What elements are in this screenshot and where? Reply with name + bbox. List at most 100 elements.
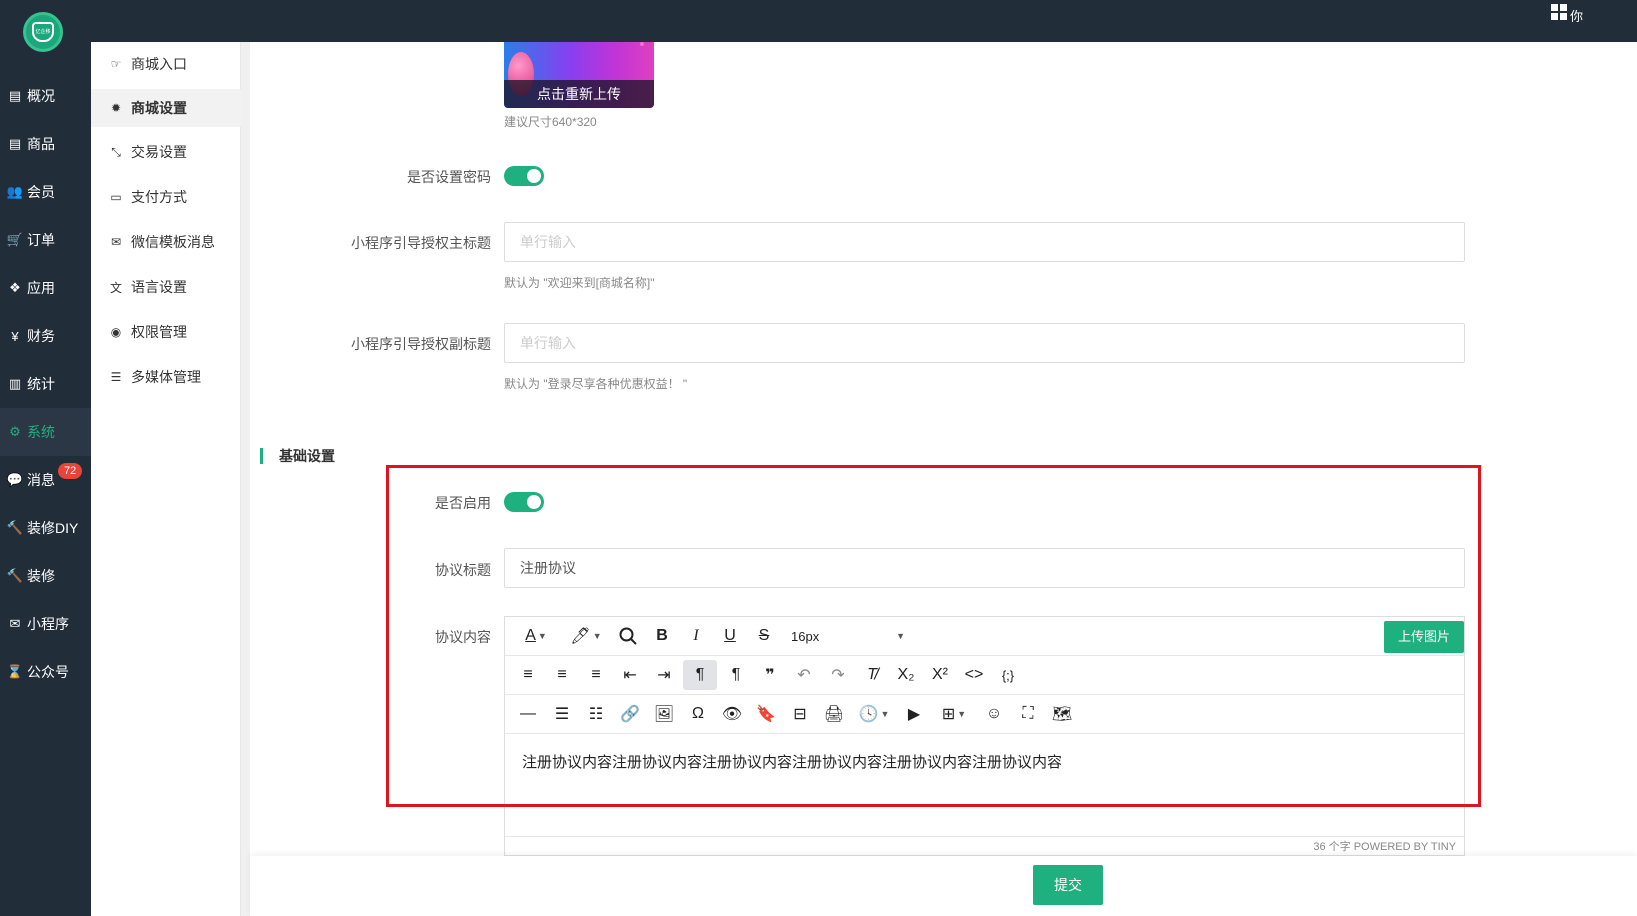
apps-grid-icon[interactable] <box>1551 4 1567 20</box>
print-button[interactable]: 🖨 <box>819 699 849 729</box>
subnav-item-label: 权限管理 <box>131 324 187 340</box>
link-button[interactable]: 🔗 <box>615 699 645 729</box>
underline-button[interactable]: U <box>715 621 745 651</box>
map-button[interactable]: 🗺 <box>1047 699 1077 729</box>
highlighter-icon: 🖊 <box>570 628 591 645</box>
horizontal-rule-button[interactable]: — <box>513 699 543 729</box>
subnav-item-mall-entry[interactable]: ☞ 商城入口 <box>91 45 241 83</box>
smile-icon: ☺ <box>985 705 1003 722</box>
mask-icon: ◉ <box>110 325 122 339</box>
sub-title-label: 小程序引导授权副标题 <box>351 336 491 352</box>
font-size-select[interactable]: 16px ▼ <box>785 621 911 651</box>
bold-icon: B <box>656 627 668 644</box>
gavel-icon: 🔨 <box>6 568 24 583</box>
subnav-item-media[interactable]: ☰ 多媒体管理 <box>91 358 241 396</box>
outdent-icon: ⇤ <box>623 667 637 684</box>
search-button[interactable] <box>613 621 643 651</box>
special-char-button[interactable]: Ω <box>683 699 713 729</box>
nav-item-goods[interactable]: ▤ 商品 <box>0 120 91 168</box>
nav-item-official-account[interactable]: ⌛ 公众号 <box>0 648 91 696</box>
password-toggle[interactable] <box>504 166 544 186</box>
agreement-title-input[interactable] <box>504 548 1465 588</box>
numbered-list-button[interactable]: ☷ <box>581 699 611 729</box>
align-left-button[interactable]: ≡ <box>513 660 543 690</box>
quote-icon: ❞ <box>765 667 775 684</box>
align-center-button[interactable]: ≡ <box>547 660 577 690</box>
main-title-hint: 默认为 "欢迎来到[商城名称]" <box>504 276 655 290</box>
nav-item-stats[interactable]: ▥ 统计 <box>0 360 91 408</box>
rtl-icon: ¶ <box>731 666 741 683</box>
subnav-item-mall-settings[interactable]: ✹ 商城设置 <box>91 89 241 127</box>
nav-item-finance[interactable]: ¥ 财务 <box>0 312 91 360</box>
chevron-down-icon: ▼ <box>896 631 905 641</box>
insert-datetime-button[interactable]: 🕓 ▼ <box>853 699 895 729</box>
reupload-button[interactable]: 点击重新上传 <box>504 80 654 108</box>
outdent-button[interactable]: ⇤ <box>615 660 645 690</box>
nav-item-diy[interactable]: 🔨 装修DIY <box>0 504 91 552</box>
redo-button[interactable]: ↷ <box>823 660 853 690</box>
bold-button[interactable]: B <box>647 621 677 651</box>
nav-item-overview[interactable]: ▤ 概况 <box>0 72 91 120</box>
nav-item-miniprogram[interactable]: ✉ 小程序 <box>0 600 91 648</box>
subscript-button[interactable]: X₂ <box>891 660 921 690</box>
gear-icon: ✹ <box>110 101 122 115</box>
submit-button[interactable]: 提交 <box>1033 865 1103 905</box>
font-size-value: 16px <box>791 628 820 644</box>
bullet-list-button[interactable]: ☰ <box>547 699 577 729</box>
fullscreen-icon: ⛶ <box>1022 705 1034 722</box>
banner-image-upload[interactable]: 点击重新上传 <box>504 42 654 108</box>
italic-button[interactable]: I <box>681 621 711 651</box>
nav-item-decorate[interactable]: 🔨 装修 <box>0 552 91 600</box>
nav-item-label: 概况 <box>27 88 55 104</box>
nav-item-orders[interactable]: 🛒 订单 <box>0 216 91 264</box>
subnav-item-trade-settings[interactable]: ⤡ 交易设置 <box>91 133 241 171</box>
cart-icon: 🛒 <box>6 232 24 247</box>
sub-title-input[interactable] <box>504 323 1465 363</box>
fullscreen-button[interactable]: ⛶ <box>1013 699 1043 729</box>
text-color-button[interactable]: A ▼ <box>515 621 557 651</box>
main-title-input[interactable] <box>504 222 1465 262</box>
indent-button[interactable]: ⇥ <box>649 660 679 690</box>
page-break-button[interactable]: ⊟ <box>785 699 815 729</box>
superscript-button[interactable]: X² <box>925 660 955 690</box>
subnav-item-language[interactable]: 文语言设置 <box>91 268 241 306</box>
print-icon: 🖨 <box>823 706 845 723</box>
table-button[interactable]: ⊞ ▼ <box>933 699 975 729</box>
editor-toolbar-row: ≡ ≡ ≡ ⇤ ⇥ ¶ ¶ ❞ ↶ ↷ T̸ X₂ X² <> {;} <box>505 656 1464 695</box>
size-hint: 建议尺寸640*320 <box>504 115 597 129</box>
code-sample-button[interactable]: {;} <box>993 660 1023 690</box>
strikethrough-button[interactable]: S <box>749 621 779 651</box>
horizontal-rule-icon: — <box>520 705 536 722</box>
rtl-button[interactable]: ¶ <box>721 660 751 690</box>
clear-format-button[interactable]: T̸ <box>857 660 887 690</box>
undo-button[interactable]: ↶ <box>789 660 819 690</box>
align-right-button[interactable]: ≡ <box>581 660 611 690</box>
emoticons-button[interactable]: ☺ <box>979 699 1009 729</box>
enable-toggle[interactable] <box>504 492 544 512</box>
nav-item-members[interactable]: 👥 会员 <box>0 168 91 216</box>
code-sample-icon: {;} <box>1001 667 1015 683</box>
anchor-button[interactable]: 🔖 <box>751 699 781 729</box>
nav-item-system[interactable]: ⚙ 系统 <box>0 408 91 456</box>
brand-logo[interactable]: 亿企移商城 <box>23 12 63 52</box>
image-button[interactable]: 🖼 <box>649 699 679 729</box>
upload-image-button[interactable]: 上传图片 <box>1384 621 1464 653</box>
archive-icon: ▤ <box>8 136 22 151</box>
editor-toolbar-row: — ☰ ☷ 🔗 🖼 Ω 👁 🔖 ⊟ 🖨 🕓 ▼ ▶ ⊞ ▼ ☺ ⛶ 🗺 <box>505 695 1464 734</box>
media-button[interactable]: ▶ <box>899 699 929 729</box>
main-title-label: 小程序引导授权主标题 <box>351 235 491 251</box>
nav-item-messages[interactable]: 💬 消息 72 <box>0 456 91 504</box>
nav-item-apps[interactable]: ❖ 应用 <box>0 264 91 312</box>
subscript-icon: X₂ <box>897 666 915 683</box>
gears-icon: ⚙ <box>9 424 21 439</box>
highlight-color-button[interactable]: 🖊 ▼ <box>563 621 609 651</box>
logo-text: 亿企移商城 <box>32 22 54 42</box>
user-menu[interactable]: 你 <box>1570 6 1583 25</box>
wechat-icon: ✉ <box>9 616 21 631</box>
editor-content[interactable]: 注册协议内容注册协议内容注册协议内容注册协议内容注册协议内容注册协议内容 <box>522 751 1062 772</box>
preview-button[interactable]: 👁 <box>717 699 747 729</box>
ltr-button[interactable]: ¶ <box>683 660 717 690</box>
blockquote-button[interactable]: ❞ <box>755 660 785 690</box>
code-button[interactable]: <> <box>959 660 989 690</box>
footer-bar <box>250 856 1637 916</box>
